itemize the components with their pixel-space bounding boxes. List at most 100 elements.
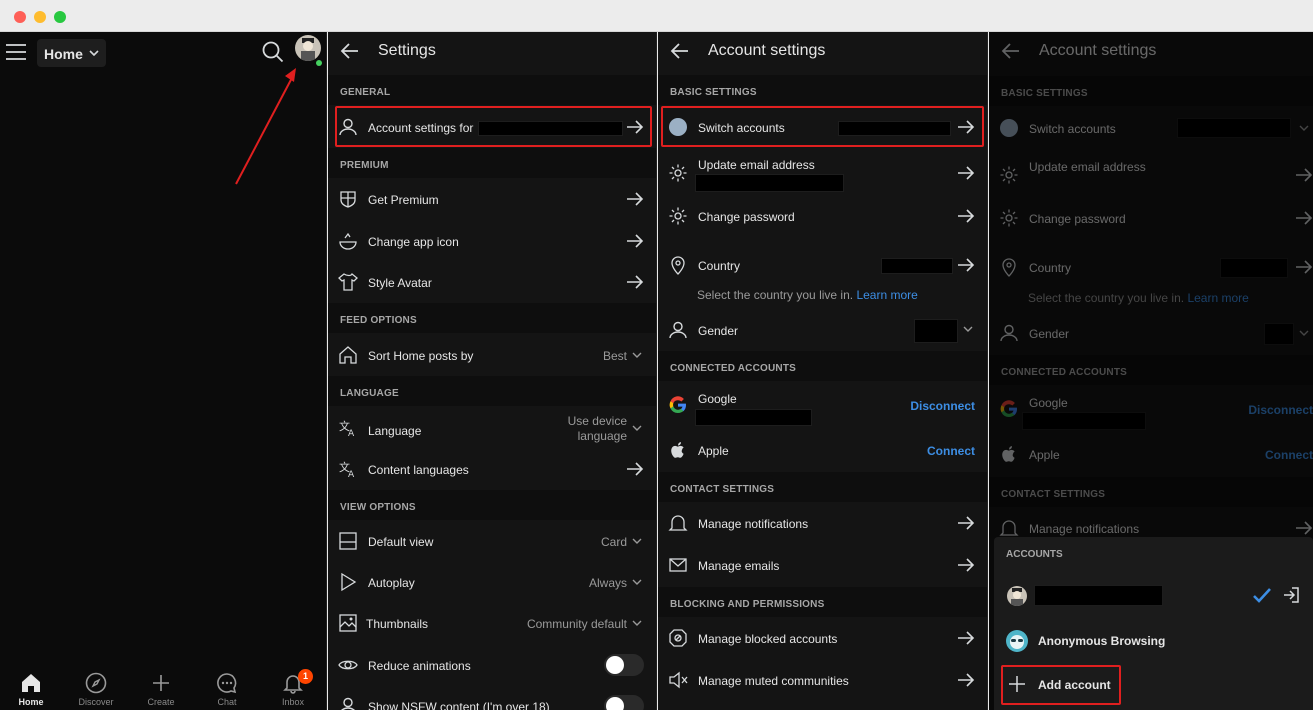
update-email-row[interactable]: Update email address [658, 148, 987, 200]
autoplay-value: Always [588, 576, 627, 590]
mute-icon [669, 671, 688, 689]
home-outline-icon [339, 346, 357, 364]
anonymous-browsing-row[interactable]: Anonymous Browsing [994, 621, 1313, 661]
plus-icon [153, 675, 169, 691]
sort-home-label: Sort Home posts by [368, 349, 474, 363]
user-icon [341, 697, 355, 710]
manage-blocked-label: Manage blocked accounts [698, 632, 838, 646]
chevron-down-icon [632, 538, 642, 544]
arrow-right-icon [958, 673, 975, 687]
account-settings-panel: Account settings BASIC SETTINGS Switch a… [658, 32, 988, 710]
nav-chat[interactable]: Chat [202, 666, 252, 710]
reduce-animations-toggle[interactable] [604, 654, 644, 676]
close-window-button[interactable] [14, 11, 26, 23]
get-premium-row[interactable]: Get Premium [328, 179, 656, 220]
translate-icon: 文A [339, 460, 355, 479]
section-language: LANGUAGE [328, 376, 656, 406]
back-arrow-icon[interactable] [670, 41, 690, 61]
manage-emails-row[interactable]: Manage emails [658, 545, 987, 586]
gear-icon [669, 207, 687, 225]
content-languages-row[interactable]: 文A Content languages [328, 449, 656, 490]
arrow-right-icon [958, 166, 975, 180]
nav-discover[interactable]: Discover [71, 666, 121, 710]
bottom-navigation: Home Discover Create Chat 1 Inbox [0, 666, 326, 710]
section-contact-settings: CONTACT SETTINGS [658, 472, 987, 502]
home-dropdown-label: Home [44, 46, 83, 62]
nav-chat-label: Chat [217, 697, 237, 707]
bell-icon [668, 515, 688, 531]
hamburger-menu-icon[interactable] [6, 44, 26, 60]
chevron-down-icon [632, 620, 642, 626]
shirt-icon [338, 272, 358, 291]
mail-icon [669, 558, 687, 572]
logout-icon[interactable] [1282, 586, 1300, 604]
change-password-row[interactable]: Change password [658, 196, 987, 237]
nsfw-toggle[interactable] [604, 695, 644, 710]
anonymous-browsing-label: Anonymous Browsing [1038, 634, 1166, 648]
account-settings-header: Account settings [658, 32, 987, 70]
nav-inbox-label: Inbox [281, 697, 305, 707]
highlight-box [335, 106, 652, 147]
accounts-sheet-title: ACCOUNTS [1006, 549, 1063, 560]
sort-home-row[interactable]: Sort Home posts by Best [328, 335, 656, 376]
language-value-line2: language [577, 429, 627, 443]
autoplay-label: Autoplay [368, 576, 415, 590]
manage-muted-row[interactable]: Manage muted communities [658, 660, 987, 701]
nav-create[interactable]: Create [136, 666, 186, 710]
change-app-icon-row[interactable]: Change app icon [328, 221, 656, 262]
style-avatar-row[interactable]: Style Avatar [328, 262, 656, 303]
arrow-right-icon [627, 234, 644, 248]
google-label: Google [698, 392, 737, 406]
svg-text:A: A [348, 429, 355, 438]
country-row[interactable]: Country Select the country you live in. … [658, 245, 987, 305]
learn-more-link[interactable]: Learn more [856, 288, 917, 302]
gender-row[interactable]: Gender [658, 310, 987, 351]
language-row[interactable]: 文A Language Use device language [328, 408, 656, 451]
redacted-email [695, 174, 844, 192]
google-disconnect-button[interactable]: Disconnect [910, 399, 975, 413]
section-blocking: BLOCKING AND PERMISSIONS [658, 587, 987, 617]
manage-notifications-row[interactable]: Manage notifications [658, 503, 987, 544]
nsfw-label: Show NSFW content (I'm over 18) [368, 700, 550, 710]
thumbnails-value: Community default [526, 617, 627, 631]
minimize-window-button[interactable] [34, 11, 46, 23]
current-account-row[interactable] [994, 577, 1313, 617]
manage-blocked-row[interactable]: Manage blocked accounts [658, 618, 987, 659]
checkmark-icon [1253, 588, 1271, 603]
nav-inbox[interactable]: 1 Inbox [268, 666, 318, 710]
svg-text:A: A [348, 470, 355, 479]
thumbnails-label: Thumbnails [366, 617, 429, 631]
user-avatar-icon [301, 38, 315, 61]
redacted-gender [914, 319, 958, 343]
arrow-right-icon [958, 209, 975, 223]
default-view-row[interactable]: Default view Card [328, 521, 656, 562]
window-titlebar [0, 0, 1313, 32]
reduce-animations-label: Reduce animations [368, 659, 471, 673]
home-feed-dropdown[interactable]: Home [37, 39, 106, 67]
nav-home[interactable]: Home [6, 666, 56, 710]
home-panel: Home Home Discover Create Chat 1 Inbox [0, 32, 327, 710]
language-value-line1: Use device [567, 414, 627, 428]
nav-create-label: Create [147, 697, 175, 707]
apple-connect-button[interactable]: Connect [927, 444, 975, 458]
anonymous-avatar-icon [1006, 630, 1028, 652]
change-app-icon-label: Change app icon [368, 235, 459, 249]
redacted-username [1034, 585, 1163, 606]
manage-notifications-label: Manage notifications [698, 517, 809, 531]
thumbnails-row[interactable]: Thumbnails Community default [328, 603, 656, 644]
autoplay-row[interactable]: Autoplay Always [328, 562, 656, 603]
zoom-window-button[interactable] [54, 11, 66, 23]
section-basic-settings: BASIC SETTINGS [658, 75, 987, 105]
nav-home-label: Home [18, 697, 44, 707]
compass-icon [85, 672, 107, 694]
back-arrow-icon[interactable] [340, 41, 360, 61]
default-view-value: Card [600, 535, 627, 549]
profile-avatar-button[interactable] [295, 35, 321, 61]
account-switcher-panel: Account settings BASIC SETTINGS Switch a… [989, 32, 1313, 710]
search-icon[interactable] [262, 41, 284, 63]
redacted-google-account [695, 409, 812, 426]
accounts-bottom-sheet: ACCOUNTS Anonymous Browsing Add account [994, 537, 1313, 710]
page-title: Settings [378, 42, 436, 59]
settings-panel: Settings GENERAL Account settings for PR… [328, 32, 657, 710]
manage-emails-label: Manage emails [698, 559, 780, 573]
